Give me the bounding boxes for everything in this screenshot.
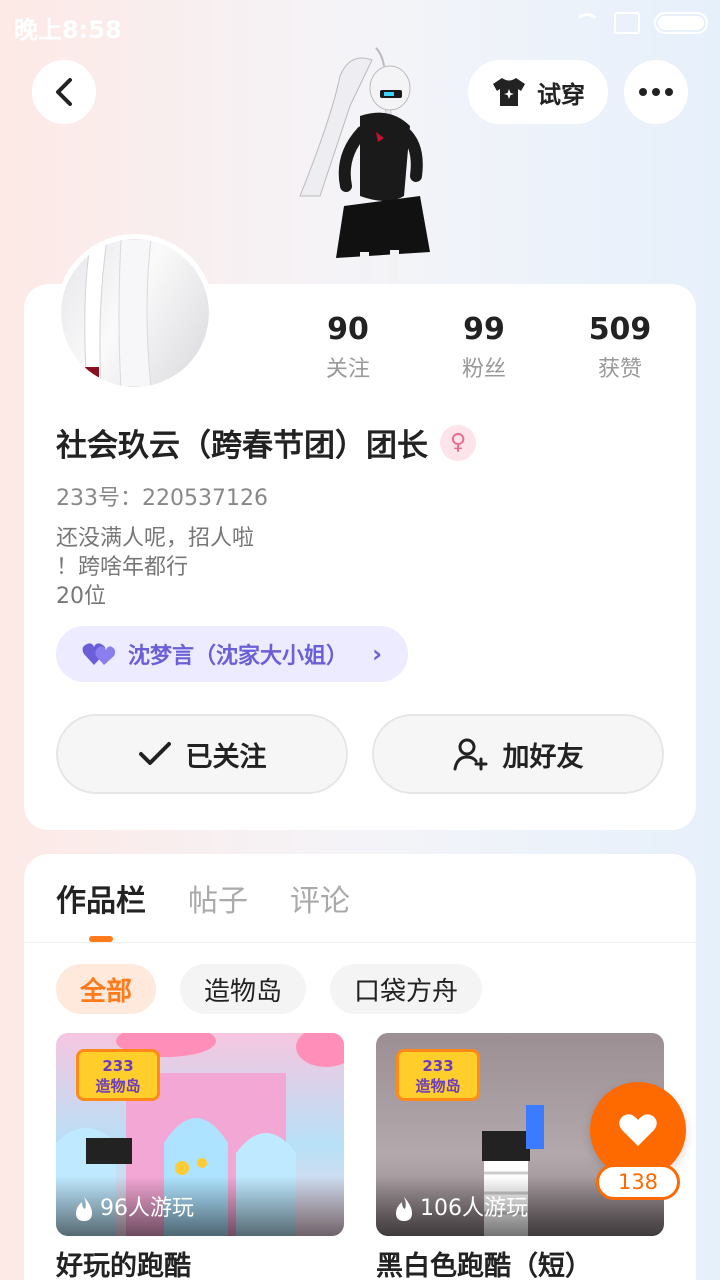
tab-comments[interactable]: 评论 (290, 876, 350, 920)
tab-posts[interactable]: 帖子 (188, 876, 248, 920)
stat-likes-value: 509 (588, 312, 652, 347)
battery-icon (654, 12, 708, 34)
add-friend-button[interactable]: 加好友 (372, 714, 664, 794)
female-icon: ♀ (440, 424, 476, 461)
flame-icon (396, 1197, 412, 1221)
more-dots-icon (639, 88, 673, 96)
badge-island-text: 造物岛 (95, 1077, 141, 1095)
stat-following-label: 关注 (325, 357, 370, 382)
stat-fans-value: 99 (463, 312, 505, 347)
followed-button-label: 已关注 (185, 741, 267, 773)
heart-icon (619, 1114, 657, 1146)
badge-233-text: 233 (102, 1057, 134, 1075)
badge-233-text: 233 (422, 1057, 454, 1075)
work-card[interactable]: 233 造物岛 96人游玩 (56, 1033, 344, 1236)
followed-button[interactable]: 已关注 (56, 714, 348, 794)
sim-icon (614, 12, 640, 34)
work-title[interactable]: 黑白色跑酷（短） (376, 1244, 592, 1280)
status-icons (574, 12, 708, 34)
work-players-text: 96人游玩 (100, 1196, 194, 1221)
work-title[interactable]: 好玩的跑酷 (56, 1244, 191, 1280)
badge-233-island: 233 造物岛 (76, 1049, 160, 1101)
badge-233-island: 233 造物岛 (396, 1049, 480, 1101)
work-players-text: 106人游玩 (420, 1196, 528, 1221)
content-tabs: 作品栏 帖子 评论 (56, 876, 350, 920)
wifi-icon (574, 13, 600, 33)
stat-following[interactable]: 90 关注 (288, 312, 408, 383)
relation-tag-label: 沈梦言（沈家大小姐） (128, 644, 349, 669)
relation-tag[interactable]: 沈梦言（沈家大小姐） › (56, 626, 408, 682)
filter-island[interactable]: 造物岛 (180, 964, 307, 1014)
avatar-character-image[interactable] (280, 46, 430, 286)
double-heart-icon (82, 643, 116, 665)
chevron-right-icon: › (372, 640, 382, 668)
filter-chips: 全部 造物岛 口袋方舟 (56, 964, 483, 1014)
status-bar: 晚上8:58 (0, 0, 720, 50)
stat-fans[interactable]: 99 粉丝 (424, 312, 544, 383)
tshirt-icon (493, 78, 525, 106)
back-button[interactable] (32, 60, 96, 124)
filter-pocket-ark[interactable]: 口袋方舟 (330, 964, 483, 1014)
bio-line: 还没满人呢，招人啦 (56, 526, 255, 551)
check-icon (138, 742, 171, 765)
back-arrow-icon (56, 78, 72, 106)
add-friend-button-label: 加好友 (502, 741, 584, 773)
bio-line: ！跨啥年都行 (56, 555, 189, 580)
user-id: 233号：220537126 (56, 486, 268, 511)
like-count: 138 (596, 1164, 680, 1200)
more-button[interactable] (624, 60, 688, 124)
filter-all[interactable]: 全部 (56, 964, 157, 1014)
stat-following-value: 90 (327, 312, 369, 347)
badge-island-text: 造物岛 (415, 1077, 461, 1095)
try-on-button[interactable]: 试穿 (468, 60, 608, 124)
profile-name: 社会玖云（跨春节团）团长 ♀ (56, 420, 476, 465)
tabs-divider (24, 942, 696, 943)
stat-likes-label: 获赞 (597, 357, 642, 382)
profile-name-text: 社会玖云（跨春节团）团长 (56, 428, 428, 464)
stat-likes[interactable]: 509 获赞 (560, 312, 680, 383)
stat-fans-label: 粉丝 (461, 357, 506, 382)
bio-line: 20位 (56, 584, 106, 609)
add-user-icon (453, 738, 487, 771)
avatar-image (61, 239, 209, 387)
work-players: 96人游玩 (56, 1176, 344, 1236)
tab-works[interactable]: 作品栏 (56, 876, 146, 920)
avatar[interactable] (56, 234, 214, 392)
status-time: 晚上8:58 (14, 16, 122, 44)
try-on-label: 试穿 (537, 80, 585, 109)
flame-icon (76, 1197, 92, 1221)
profile-bio: 还没满人呢，招人啦 ！跨啥年都行 20位 (56, 524, 254, 611)
